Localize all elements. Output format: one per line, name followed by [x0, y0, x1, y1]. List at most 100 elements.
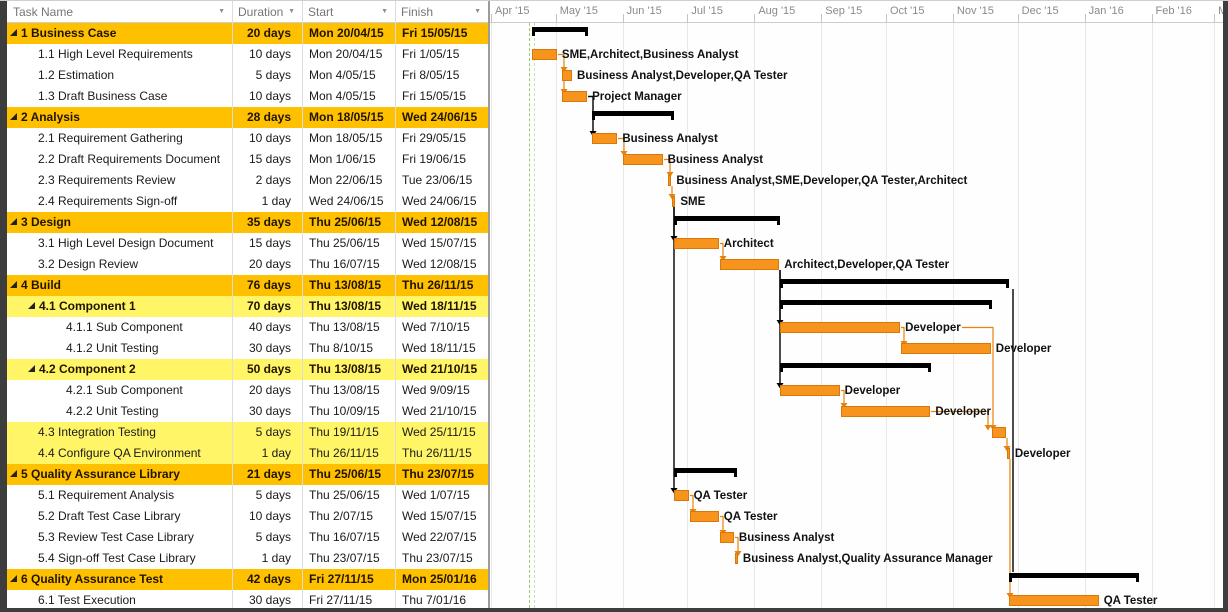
summary-task-bar[interactable]	[674, 216, 780, 221]
task-start-cell[interactable]: Thu 26/11/15	[302, 443, 395, 464]
table-row[interactable]: 1.3 Draft Business Case10 daysMon 4/05/1…	[7, 86, 488, 107]
gantt-task-bar[interactable]	[674, 238, 718, 249]
column-header-finish[interactable]: Finish ▼	[395, 1, 488, 23]
task-name-cell[interactable]: 4.2.2 Unit Testing	[7, 401, 232, 422]
task-finish-cell[interactable]: Wed 21/10/15	[395, 359, 488, 380]
task-duration-cell[interactable]: 35 days	[232, 212, 302, 233]
expand-collapse-icon[interactable]	[10, 29, 17, 36]
task-start-cell[interactable]: Thu 10/09/15	[302, 401, 395, 422]
task-finish-cell[interactable]: Thu 26/11/15	[395, 275, 488, 296]
task-name-cell[interactable]: 3 Design	[7, 212, 232, 233]
filter-chevron-icon[interactable]: ▼	[288, 1, 295, 23]
gantt-task-bar[interactable]	[690, 511, 719, 522]
task-start-cell[interactable]: Wed 24/06/15	[302, 191, 395, 212]
task-name-cell[interactable]: 2.1 Requirement Gathering	[7, 128, 232, 149]
summary-task-bar[interactable]	[592, 111, 674, 116]
table-row[interactable]: 2.1 Requirement Gathering10 daysMon 18/0…	[7, 128, 488, 149]
task-finish-cell[interactable]: Wed 12/08/15	[395, 254, 488, 275]
gantt-task-bar[interactable]	[668, 175, 671, 186]
task-name-cell[interactable]: 2.4 Requirements Sign-off	[7, 191, 232, 212]
task-finish-cell[interactable]: Wed 18/11/15	[395, 338, 488, 359]
task-finish-cell[interactable]: Fri 1/05/15	[395, 44, 488, 65]
task-finish-cell[interactable]: Fri 8/05/15	[395, 65, 488, 86]
task-start-cell[interactable]: Mon 4/05/15	[302, 86, 395, 107]
task-finish-cell[interactable]: Wed 24/06/15	[395, 107, 488, 128]
task-duration-cell[interactable]: 70 days	[232, 296, 302, 317]
task-name-cell[interactable]: 6 Quality Assurance Test	[7, 569, 232, 590]
filter-chevron-icon[interactable]: ▼	[218, 1, 225, 23]
task-finish-cell[interactable]: Wed 25/11/15	[395, 422, 488, 443]
task-start-cell[interactable]: Thu 23/07/15	[302, 548, 395, 569]
gantt-task-bar[interactable]	[780, 322, 900, 333]
task-start-cell[interactable]: Mon 1/06/15	[302, 149, 395, 170]
table-row[interactable]: 2 Analysis28 daysMon 18/05/15Wed 24/06/1…	[7, 107, 488, 128]
gantt-task-bar[interactable]	[720, 259, 779, 270]
task-start-cell[interactable]: Mon 18/05/15	[302, 107, 395, 128]
task-start-cell[interactable]: Thu 25/06/15	[302, 212, 395, 233]
task-duration-cell[interactable]: 5 days	[232, 485, 302, 506]
pane-splitter[interactable]	[488, 1, 490, 612]
task-start-cell[interactable]: Thu 25/06/15	[302, 464, 395, 485]
task-duration-cell[interactable]: 20 days	[232, 23, 302, 44]
task-start-cell[interactable]: Thu 13/08/15	[302, 317, 395, 338]
task-duration-cell[interactable]: 50 days	[232, 359, 302, 380]
gantt-task-bar[interactable]	[592, 133, 617, 144]
task-name-cell[interactable]: 3.1 High Level Design Document	[7, 233, 232, 254]
task-finish-cell[interactable]: Mon 25/01/16	[395, 569, 488, 590]
task-duration-cell[interactable]: 15 days	[232, 233, 302, 254]
task-duration-cell[interactable]: 10 days	[232, 506, 302, 527]
task-name-cell[interactable]: 1 Business Case	[7, 23, 232, 44]
task-start-cell[interactable]: Thu 13/08/15	[302, 359, 395, 380]
gantt-task-bar[interactable]	[720, 532, 734, 543]
task-name-cell[interactable]: 4.3 Integration Testing	[7, 422, 232, 443]
task-duration-cell[interactable]: 30 days	[232, 401, 302, 422]
task-start-cell[interactable]: Mon 22/06/15	[302, 170, 395, 191]
summary-task-bar[interactable]	[674, 468, 737, 473]
task-name-cell[interactable]: 1.2 Estimation	[7, 65, 232, 86]
task-duration-cell[interactable]: 76 days	[232, 275, 302, 296]
task-finish-cell[interactable]: Wed 1/07/15	[395, 485, 488, 506]
gantt-task-bar[interactable]	[1007, 448, 1010, 459]
table-row[interactable]: 4.1 Component 170 daysThu 13/08/15Wed 18…	[7, 296, 488, 317]
table-row[interactable]: 4.1.1 Sub Component40 daysThu 13/08/15We…	[7, 317, 488, 338]
task-name-cell[interactable]: 3.2 Design Review	[7, 254, 232, 275]
expand-collapse-icon[interactable]	[10, 113, 17, 120]
gantt-task-bar[interactable]	[901, 343, 991, 354]
task-finish-cell[interactable]: Wed 22/07/15	[395, 527, 488, 548]
gantt-task-bar[interactable]	[735, 553, 738, 564]
task-finish-cell[interactable]: Fri 29/05/15	[395, 128, 488, 149]
task-duration-cell[interactable]: 28 days	[232, 107, 302, 128]
task-start-cell[interactable]: Thu 25/06/15	[302, 485, 395, 506]
table-row[interactable]: 3.2 Design Review20 daysThu 16/07/15Wed …	[7, 254, 488, 275]
task-duration-cell[interactable]: 5 days	[232, 65, 302, 86]
task-name-cell[interactable]: 4.2.1 Sub Component	[7, 380, 232, 401]
task-finish-cell[interactable]: Wed 9/09/15	[395, 380, 488, 401]
task-finish-cell[interactable]: Fri 15/05/15	[395, 23, 488, 44]
task-start-cell[interactable]: Thu 8/10/15	[302, 338, 395, 359]
filter-chevron-icon[interactable]: ▼	[381, 1, 388, 23]
task-duration-cell[interactable]: 20 days	[232, 254, 302, 275]
task-duration-cell[interactable]: 42 days	[232, 569, 302, 590]
task-finish-cell[interactable]: Thu 26/11/15	[395, 443, 488, 464]
table-row[interactable]: 3 Design35 daysThu 25/06/15Wed 12/08/15	[7, 212, 488, 233]
task-duration-cell[interactable]: 5 days	[232, 527, 302, 548]
expand-collapse-icon[interactable]	[10, 281, 17, 288]
expand-collapse-icon[interactable]	[28, 365, 35, 372]
gantt-task-bar[interactable]	[532, 49, 557, 60]
task-finish-cell[interactable]: Wed 21/10/15	[395, 401, 488, 422]
task-duration-cell[interactable]: 15 days	[232, 149, 302, 170]
task-finish-cell[interactable]: Fri 15/05/15	[395, 86, 488, 107]
task-duration-cell[interactable]: 21 days	[232, 464, 302, 485]
table-row[interactable]: 6 Quality Assurance Test42 daysFri 27/11…	[7, 569, 488, 590]
gantt-task-bar[interactable]	[780, 385, 839, 396]
gantt-task-bar[interactable]	[623, 154, 663, 165]
table-row[interactable]: 2.2 Draft Requirements Document15 daysMo…	[7, 149, 488, 170]
gantt-task-bar[interactable]	[841, 406, 931, 417]
column-header-start[interactable]: Start ▼	[302, 1, 395, 23]
table-row[interactable]: 5.2 Draft Test Case Library10 daysThu 2/…	[7, 506, 488, 527]
expand-collapse-icon[interactable]	[10, 218, 17, 225]
task-start-cell[interactable]: Mon 20/04/15	[302, 44, 395, 65]
table-row[interactable]: 1.1 High Level Requirements10 daysMon 20…	[7, 44, 488, 65]
task-name-cell[interactable]: 4.1.2 Unit Testing	[7, 338, 232, 359]
summary-task-bar[interactable]	[1009, 573, 1139, 578]
